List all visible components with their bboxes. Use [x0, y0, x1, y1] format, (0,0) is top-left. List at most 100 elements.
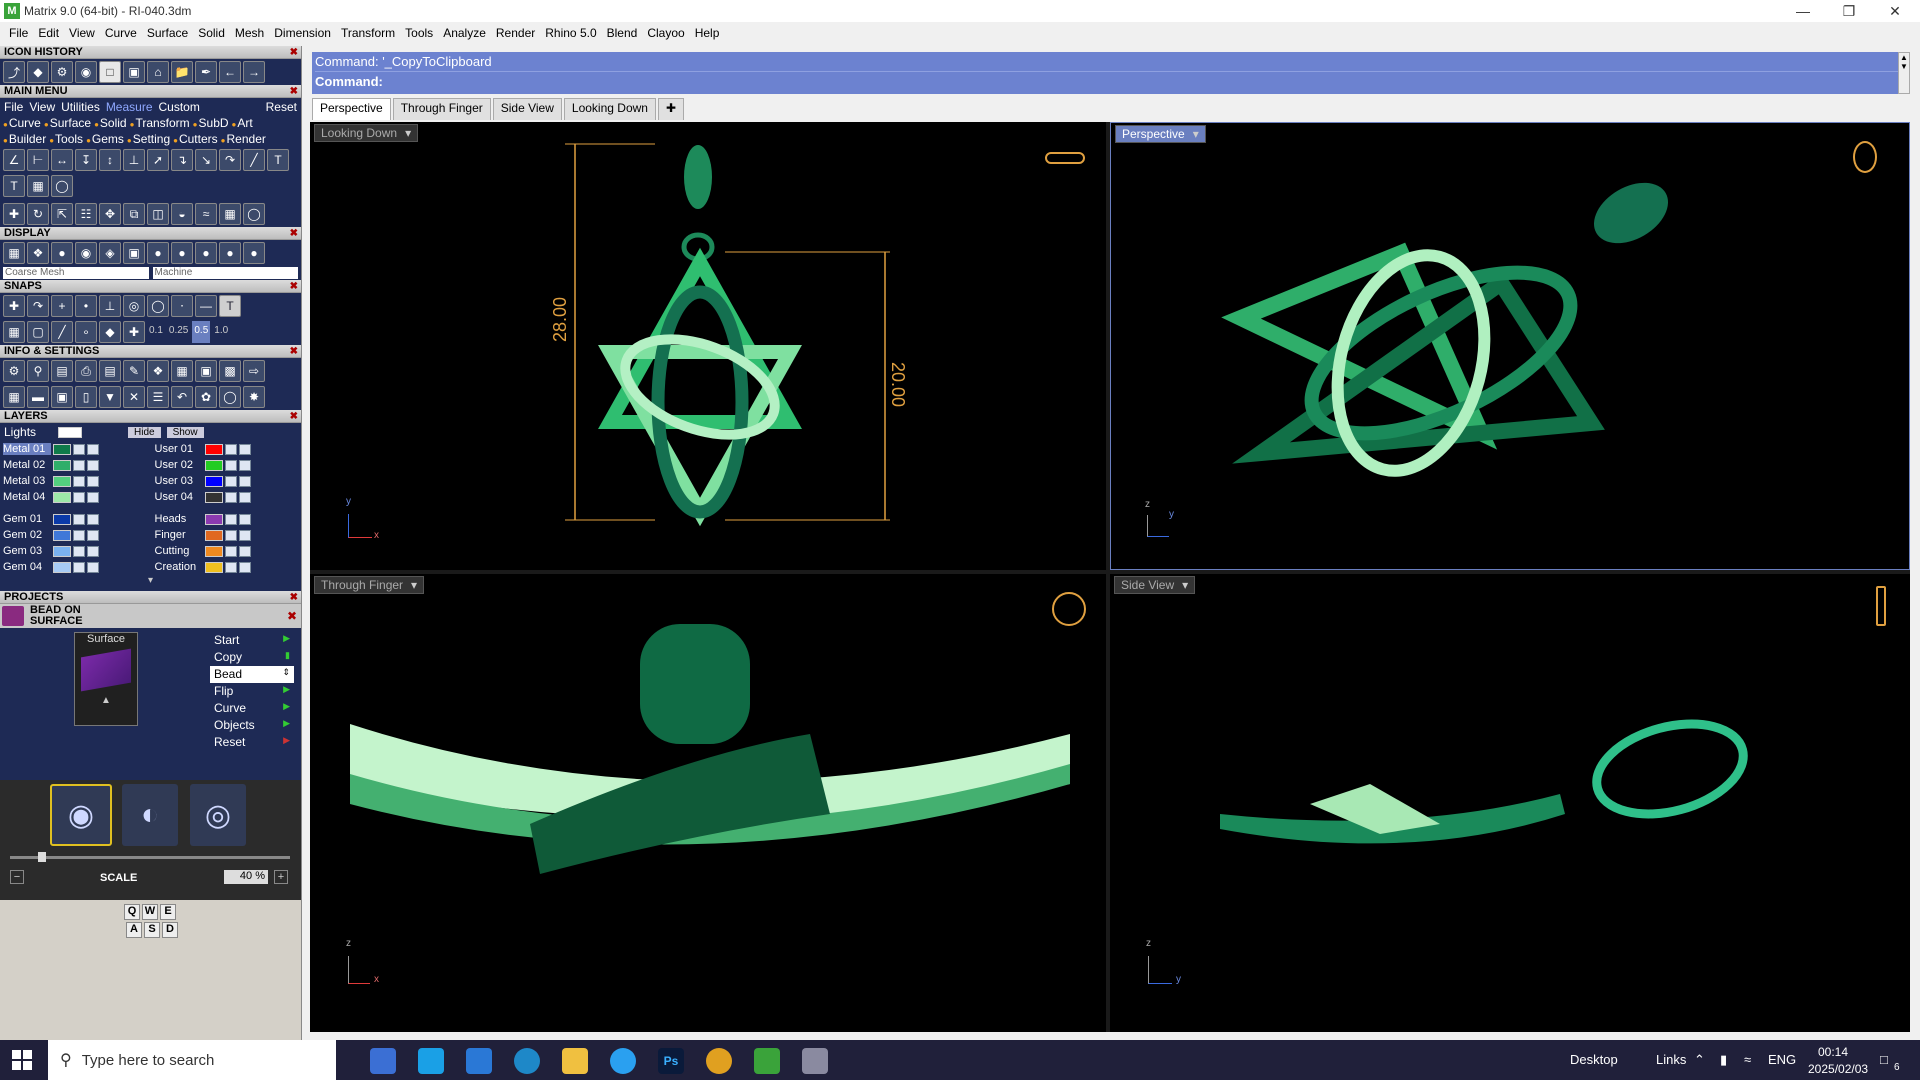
wireframe-icon[interactable]: ▦ — [3, 242, 25, 264]
ghosted-icon[interactable]: ❖ — [27, 242, 49, 264]
cen-snap-icon[interactable]: ◎ — [123, 295, 145, 317]
forward-arrow-icon[interactable]: → — [243, 61, 265, 83]
key-w[interactable]: W — [142, 904, 158, 920]
vertical-dimension-icon[interactable]: ↕ — [99, 149, 121, 171]
menu-reset[interactable]: Reset ▶ — [210, 734, 294, 751]
layer-row[interactable]: Gem 04 — [3, 559, 147, 575]
key-d[interactable]: D — [162, 922, 178, 938]
language-indicator[interactable]: ENG — [1768, 1052, 1796, 1067]
visible-icon[interactable] — [87, 491, 99, 503]
edge-icon[interactable] — [514, 1048, 540, 1074]
layer-row[interactable]: User 02 — [155, 457, 299, 473]
surface-preview[interactable]: Surface ▲ — [74, 632, 138, 726]
panel-icon[interactable]: ▩ — [219, 360, 241, 382]
lock-icon[interactable] — [224, 475, 237, 487]
wizard-icon[interactable]: ✸ — [243, 386, 265, 408]
show-button[interactable]: Show — [166, 426, 204, 438]
layer-name[interactable]: User 03 — [155, 475, 203, 487]
line-icon[interactable]: ╱ — [243, 149, 265, 171]
xray-icon[interactable]: ◈ — [99, 242, 121, 264]
links-label[interactable]: Links — [1656, 1052, 1686, 1067]
ring-icon[interactable]: ◯ — [219, 386, 241, 408]
visible-icon[interactable] — [238, 475, 251, 487]
ortho-snap-icon[interactable]: T — [219, 295, 241, 317]
layer-color[interactable] — [204, 561, 223, 573]
tab-through-finger[interactable]: Through Finger — [392, 98, 491, 120]
filter-icon[interactable]: ▼ — [99, 386, 121, 408]
command-input[interactable]: Command: — [315, 72, 1904, 92]
layer-name[interactable]: Metal 01 — [3, 443, 51, 455]
menu-dimension[interactable]: Dimension — [269, 26, 336, 40]
chrome-icon[interactable] — [706, 1048, 732, 1074]
layer-color[interactable] — [53, 561, 71, 573]
cylinder-icon[interactable]: ▯ — [75, 386, 97, 408]
record-snap-icon[interactable]: ✚ — [123, 321, 145, 343]
scale-minus-button[interactable]: − — [10, 870, 24, 884]
close-button[interactable]: ✕ — [1872, 0, 1918, 22]
technical-icon[interactable]: ▣ — [123, 242, 145, 264]
close-icon[interactable]: ✖ — [290, 410, 298, 423]
list-icon[interactable]: ☰ — [147, 386, 169, 408]
visible-icon[interactable] — [87, 529, 99, 541]
copilot-icon[interactable] — [370, 1048, 396, 1074]
knot-snap-icon[interactable]: ⋅ — [171, 295, 193, 317]
mm-item-tools[interactable]: Tools — [49, 132, 83, 146]
mm-tab-custom[interactable]: Custom — [159, 100, 200, 114]
lock-icon[interactable] — [224, 459, 237, 471]
notification-icon[interactable]: □ — [1880, 1052, 1888, 1067]
tool-app-icon[interactable] — [802, 1048, 828, 1074]
light-swatch[interactable] — [58, 426, 82, 438]
lock-icon[interactable] — [73, 561, 85, 573]
globe-icon[interactable]: ◉ — [75, 61, 97, 83]
pen-icon[interactable]: ✎ — [123, 360, 145, 382]
layer-name[interactable]: Gem 02 — [3, 529, 51, 541]
layer-row[interactable]: Finger — [155, 527, 299, 543]
app-store-icon[interactable] — [418, 1048, 444, 1074]
house-icon[interactable]: ⌂ — [147, 61, 169, 83]
sphere5-icon[interactable]: ● — [243, 242, 265, 264]
layer-color[interactable] — [204, 491, 223, 503]
minimize-panel-icon[interactable]: ▬ — [27, 386, 49, 408]
cube-view-icon[interactable]: ▣ — [51, 386, 73, 408]
menu-transform[interactable]: Transform — [336, 26, 400, 40]
menu-curve[interactable]: Curve ▶ — [210, 700, 294, 717]
mm-tab-utilities[interactable]: Utilities — [61, 100, 100, 114]
close-icon[interactable]: ✖ — [290, 591, 298, 604]
layer-color[interactable] — [53, 513, 71, 525]
layer-name[interactable]: User 01 — [155, 443, 203, 455]
tab-looking-down[interactable]: Looking Down — [563, 98, 656, 120]
linear-dimension-icon[interactable]: ↔ — [51, 149, 73, 171]
ordinate-icon[interactable]: ⊥ — [123, 149, 145, 171]
layer-name[interactable]: Metal 04 — [3, 491, 51, 503]
new-file-icon[interactable]: □ — [99, 61, 121, 83]
lock-icon[interactable] — [224, 545, 237, 557]
history-icon[interactable]: ↶ — [171, 386, 193, 408]
diameter-icon[interactable]: ↘ — [195, 149, 217, 171]
sphere1-icon[interactable]: ● — [147, 242, 169, 264]
close-icon[interactable]: ✖ — [290, 227, 298, 240]
visible-icon[interactable] — [238, 529, 251, 541]
layer-color[interactable] — [204, 459, 223, 471]
visible-icon[interactable] — [238, 459, 251, 471]
layer-row[interactable]: Metal 03 — [3, 473, 147, 489]
circle-icon[interactable]: ◯ — [243, 203, 265, 225]
flow-icon[interactable]: ≈ — [195, 203, 217, 225]
scale-icon[interactable]: ⇱ — [51, 203, 73, 225]
mm-item-solid[interactable]: Solid — [94, 116, 127, 130]
layer-name[interactable]: User 02 — [155, 459, 203, 471]
viewport-perspective[interactable]: Perspective ▾ z y — [1110, 122, 1910, 570]
open-folder-icon[interactable]: 📁 — [171, 61, 193, 83]
visible-icon[interactable] — [87, 475, 99, 487]
menu-objects[interactable]: Objects ▶ — [210, 717, 294, 734]
battery-icon[interactable]: ▮ — [1720, 1052, 1727, 1068]
layer-color[interactable] — [204, 475, 223, 487]
near-snap-icon[interactable]: ↷ — [27, 295, 49, 317]
scale-slider-thumb[interactable] — [38, 852, 46, 862]
layer-row[interactable]: User 04 — [155, 489, 299, 505]
smart-snap-icon[interactable]: ∘ — [75, 321, 97, 343]
close-icon[interactable]: ✖ — [290, 85, 298, 98]
lock-icon[interactable] — [224, 491, 237, 503]
mirror-icon[interactable]: ◫ — [147, 203, 169, 225]
mm-tab-reset[interactable]: Reset — [266, 100, 297, 114]
close-icon[interactable]: ✖ — [290, 345, 298, 358]
